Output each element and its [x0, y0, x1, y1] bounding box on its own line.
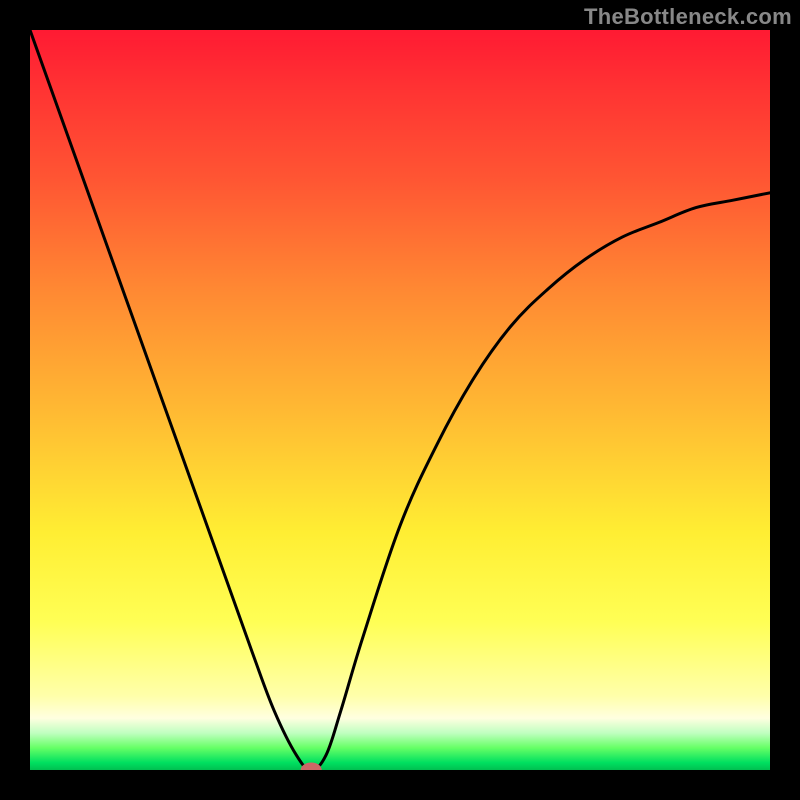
bottleneck-curve [30, 30, 770, 770]
vertex-marker [301, 763, 321, 770]
plot-area [30, 30, 770, 770]
chart-frame: TheBottleneck.com [0, 0, 800, 800]
curve-svg [30, 30, 770, 770]
watermark-text: TheBottleneck.com [584, 4, 792, 30]
